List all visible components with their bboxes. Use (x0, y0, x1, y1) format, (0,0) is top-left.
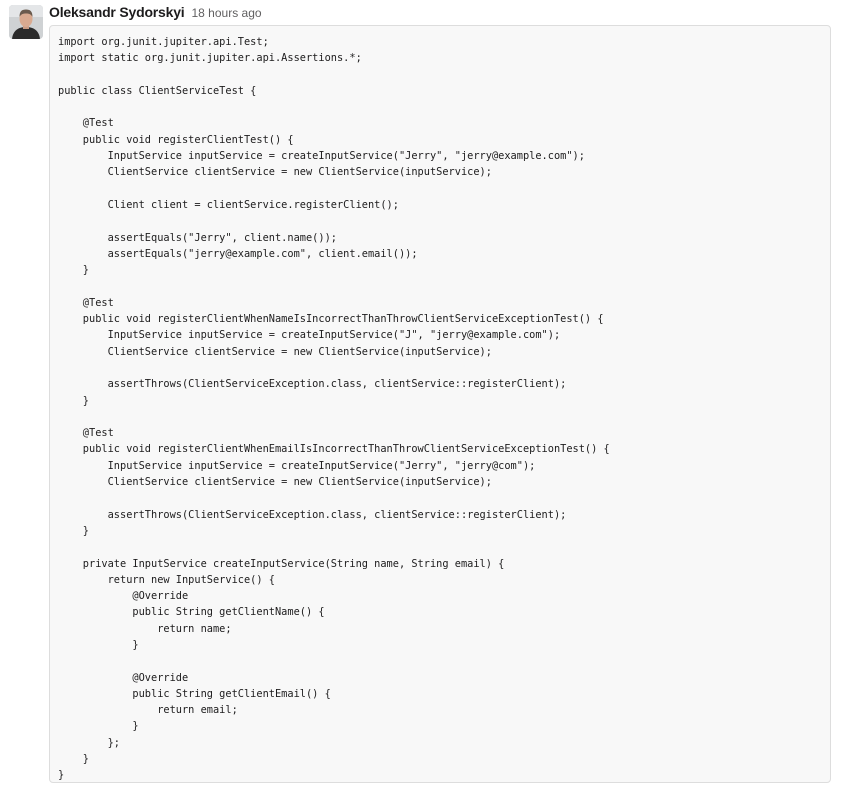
author-name[interactable]: Oleksandr Sydorskyi (49, 4, 185, 20)
code-block: import org.junit.jupiter.api.Test; impor… (49, 25, 831, 783)
user-avatar[interactable] (9, 5, 43, 39)
message-timestamp[interactable]: 18 hours ago (192, 6, 262, 20)
user-avatar-icon (9, 5, 43, 39)
message: Oleksandr Sydorskyi 18 hours ago import … (0, 0, 841, 787)
code-text: import org.junit.jupiter.api.Test; impor… (58, 36, 610, 782)
message-header: Oleksandr Sydorskyi 18 hours ago (49, 4, 262, 22)
